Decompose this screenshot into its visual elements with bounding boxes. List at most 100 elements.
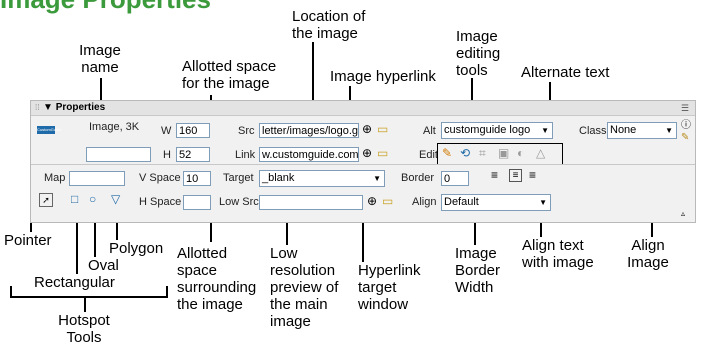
chevron-down-icon: ▼ bbox=[539, 198, 547, 207]
hotspot-bracket-left bbox=[10, 286, 12, 298]
callout-hyperlink: Image hyperlink bbox=[330, 68, 436, 85]
callout-lowres: Low resolution preview of the main image bbox=[270, 245, 338, 330]
link-point-to-file-icon[interactable]: ⊕ bbox=[362, 147, 372, 160]
callout-pointer: Pointer bbox=[4, 232, 52, 249]
callout-allotted-line2: for the image bbox=[182, 75, 270, 92]
pointer-hotspot-icon[interactable]: ➚ bbox=[39, 193, 53, 207]
point-to-file-icon[interactable]: ⊕ bbox=[362, 123, 372, 136]
align-select[interactable]: Default ▼ bbox=[441, 194, 551, 211]
map-input[interactable] bbox=[69, 171, 125, 186]
callout-editing-line2: editing bbox=[456, 45, 501, 62]
callout-editing-line1: Image bbox=[456, 28, 498, 45]
height-input[interactable]: 52 bbox=[176, 147, 210, 162]
callout-border-line1: Image bbox=[455, 245, 497, 262]
resample-icon[interactable]: ▣ bbox=[498, 147, 509, 160]
alt-value: customguide logo bbox=[444, 124, 531, 136]
link-input[interactable]: w.customguide.com bbox=[259, 147, 359, 162]
callout-location: Location of the image bbox=[292, 8, 365, 42]
callout-target-line2: target bbox=[358, 279, 397, 296]
image-name-input[interactable] bbox=[86, 147, 151, 162]
align-label: Align bbox=[412, 196, 437, 208]
collapse-arrow-icon[interactable]: ▼ bbox=[43, 102, 53, 113]
link-browse-folder-icon[interactable]: ▭ bbox=[377, 147, 388, 160]
align-right-icon[interactable]: ≡ bbox=[529, 169, 536, 182]
callout-hotspot-line1: Hotspot bbox=[58, 312, 110, 329]
callout-lowres-line4: the main bbox=[270, 296, 328, 313]
callout-alt-text: Alternate text bbox=[521, 64, 610, 81]
panel-title[interactable]: ▼ Properties bbox=[43, 101, 105, 115]
callout-hotspot-line2: Tools bbox=[66, 329, 102, 346]
sharpen-icon[interactable]: △ bbox=[536, 147, 545, 160]
grip-icon[interactable]: ⁞⁞ bbox=[35, 104, 39, 112]
image-info: Image, 3K bbox=[89, 121, 140, 133]
w-label: W bbox=[161, 125, 172, 137]
brightness-icon[interactable]: ◐ bbox=[517, 147, 524, 160]
class-select[interactable]: None ▼ bbox=[607, 122, 677, 139]
optimize-icon[interactable]: ⟲ bbox=[460, 147, 470, 160]
callout-editing: Image editing tools bbox=[456, 28, 500, 79]
target-value: _blank bbox=[262, 172, 295, 184]
callout-align-text-line2: with image bbox=[522, 254, 594, 271]
page-title: Image Properties bbox=[0, 0, 211, 15]
callout-editing-line3: tools bbox=[456, 62, 488, 79]
image-thumbnail-icon: CustomGuide bbox=[37, 126, 62, 134]
polygon-hotspot-icon[interactable]: ▽ bbox=[111, 193, 120, 206]
callout-allotted: Allotted space for the image bbox=[182, 58, 276, 92]
callout-rectangular: Rectangular bbox=[34, 274, 115, 291]
panel-title-bar[interactable]: ⁞⁞ ▼ Properties ☰ bbox=[31, 101, 695, 116]
callout-align-image-line1: Align bbox=[631, 237, 665, 254]
chevron-down-icon: ▼ bbox=[541, 126, 549, 135]
callout-lowres-line1: Low bbox=[270, 245, 298, 262]
vspace-label: V Space bbox=[139, 172, 181, 184]
src-input[interactable]: letter/images/logo.gif bbox=[259, 123, 359, 138]
hotspot-bracket-h bbox=[10, 296, 168, 298]
lowsrc-point-to-file-icon[interactable]: ⊕ bbox=[367, 195, 377, 208]
expand-panel-icon[interactable]: ▵ bbox=[681, 207, 685, 220]
callout-border-line2: Border bbox=[455, 262, 501, 279]
link-label: Link bbox=[235, 149, 256, 161]
width-input[interactable]: 160 bbox=[176, 123, 210, 138]
chevron-down-icon: ▼ bbox=[373, 174, 381, 183]
callout-align-image: Align Image bbox=[622, 237, 674, 271]
callout-align-text-line1: Align text bbox=[522, 237, 584, 254]
map-label: Map bbox=[44, 172, 66, 184]
panel-menu-icon[interactable]: ☰ bbox=[681, 103, 689, 114]
chevron-down-icon: ▼ bbox=[665, 126, 673, 135]
callout-border: Image Border Width bbox=[455, 245, 500, 296]
callout-align-image-line2: Image bbox=[627, 254, 669, 271]
crop-icon[interactable]: ⌗ bbox=[479, 147, 486, 160]
hspace-input[interactable] bbox=[183, 195, 211, 210]
rectangle-hotspot-icon[interactable]: □ bbox=[71, 193, 78, 206]
callout-target-line1: Hyperlink bbox=[358, 262, 421, 279]
border-label: Border bbox=[401, 172, 435, 184]
lowsrc-browse-folder-icon[interactable]: ▭ bbox=[382, 195, 393, 208]
callout-polygon: Polygon bbox=[109, 240, 164, 257]
vspace-input[interactable]: 10 bbox=[183, 171, 211, 186]
lowsrc-label: Low Src bbox=[219, 196, 259, 208]
quick-tag-icon[interactable]: ✎ bbox=[681, 131, 689, 144]
callout-target-line3: window bbox=[358, 296, 409, 313]
oval-hotspot-icon[interactable]: ○ bbox=[89, 193, 96, 206]
callout-allotted-line1: Allotted space bbox=[182, 58, 277, 75]
callout-surrounding-line2: space bbox=[177, 262, 218, 279]
browse-folder-icon[interactable]: ▭ bbox=[377, 123, 388, 136]
lowsrc-input[interactable] bbox=[259, 195, 363, 210]
callout-lowres-line2: resolution bbox=[270, 262, 336, 279]
align-center-icon[interactable]: ≡ bbox=[509, 169, 522, 182]
border-input[interactable]: 0 bbox=[441, 171, 469, 186]
callout-lowres-line3: preview of bbox=[270, 279, 339, 296]
h-label: H bbox=[163, 149, 171, 161]
alt-select[interactable]: customguide logo ▼ bbox=[441, 122, 553, 139]
align-left-icon[interactable]: ≡ bbox=[491, 169, 498, 182]
callout-surrounding-line1: Allotted bbox=[177, 245, 228, 262]
target-select[interactable]: _blank ▼ bbox=[259, 170, 385, 187]
callout-oval: Oval bbox=[88, 257, 119, 274]
edit-label: Edit bbox=[419, 149, 438, 161]
callout-surrounding-line3: surrounding bbox=[177, 279, 257, 296]
callout-image-name: Image name bbox=[70, 42, 130, 76]
hspace-label: H Space bbox=[139, 196, 182, 208]
callout-lowres-line5: image bbox=[270, 313, 311, 330]
callout-border-line3: Width bbox=[455, 279, 494, 296]
edit-pencil-icon[interactable]: ✎ bbox=[442, 147, 452, 160]
callout-location-line1: Location of bbox=[292, 8, 366, 25]
